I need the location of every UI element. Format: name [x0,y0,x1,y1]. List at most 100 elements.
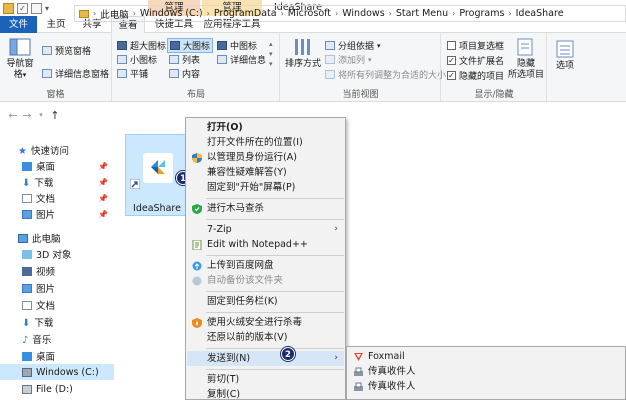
breadcrumb-windows[interactable]: Windows [342,8,384,19]
group-label-current-view: 当前视图 [342,90,379,100]
uac-shield-icon [192,153,202,163]
item-checkboxes-checkbox[interactable] [447,41,456,50]
nav-videos[interactable]: 视频 [0,263,114,279]
menu-open[interactable]: 打开(O) [187,120,344,135]
pin-icon[interactable]: 📌 [98,178,108,187]
nav-quick-desktop[interactable]: 桌面 📌 [0,158,114,174]
nav-pane-icon [9,38,31,56]
layout-large-icons[interactable]: 大图标 [167,38,214,53]
fax-icon [354,367,363,376]
hidden-items-toggle[interactable]: ✓ 隐藏的项目 [447,69,504,82]
properties-icon[interactable]: ✓ [17,2,28,14]
menu-restore-versions[interactable]: 还原以前的版本(V) [187,330,344,345]
tiles-icon [117,69,127,78]
menu-separator [206,348,344,349]
forward-arrow-icon[interactable]: → [20,109,34,122]
menu-open-location[interactable]: 打开文件所在的位置(I) [187,135,344,150]
tab-home[interactable]: 主页 [40,16,72,33]
hidden-items-checkbox[interactable]: ✓ [447,71,456,80]
nav-3d-objects[interactable]: 3D 对象 [0,246,114,262]
menu-baidu-upload[interactable]: 上传到百度网盘 [187,258,344,273]
layout-tiles[interactable]: 平铺 [117,67,148,80]
nav-quick-downloads[interactable]: ⬇ 下载 📌 [0,174,114,190]
nav-desktop[interactable]: 桌面 [0,348,114,364]
nav-drive-c[interactable]: Windows (C:) [0,364,114,380]
nav-downloads[interactable]: ⬇ 下载 [0,314,114,330]
address-field[interactable]: › 此电脑 › Windows (C:) › ProgramData › Mic… [74,5,626,22]
layout-details[interactable]: 详细信息 [217,53,266,66]
file-extensions-toggle[interactable]: ✓ 文件扩展名 [447,54,504,67]
group-layout: 超大图标 大图标 中图标 小图标 列表 详细信息 平铺 内容 ▴ ▾ ▾ 布局 [113,33,280,102]
customize-qat-icon[interactable]: ▾ [45,4,49,13]
tab-file[interactable]: 文件 [0,16,37,33]
up-arrow-icon[interactable]: ↑ [48,109,62,122]
menu-notepadpp[interactable]: Edit with Notepad++ [187,237,344,252]
details-pane-button[interactable]: 详细信息窗格 [42,67,109,80]
menu-trojan-scan[interactable]: 进行木马查杀 [187,201,344,216]
menu-pin-start[interactable]: 固定到"开始"屏幕(P) [187,180,344,195]
new-folder-icon[interactable] [31,2,42,14]
pin-icon[interactable]: 📌 [98,194,108,203]
menu-7zip[interactable]: 7-Zip › [187,222,344,237]
drive-icon [22,367,32,377]
nav-pane-button[interactable]: 导航窗格▾ [3,37,37,81]
music-icon: ♪ [22,334,29,346]
sort-icon [295,39,310,55]
menu-copy[interactable]: 复制(C) [187,387,344,400]
nav-quick-access[interactable]: ★ 快速访问 [0,142,114,158]
breadcrumb-drive-c[interactable]: Windows (C:) [140,8,203,19]
group-by-button[interactable]: 分组依据 ▾ [325,39,381,52]
menu-run-as-admin[interactable]: 以管理员身份运行(A) [187,150,344,165]
nav-drive-d[interactable]: File (D:) [0,381,114,397]
add-columns-button[interactable]: 添加列 ▾ [325,53,372,66]
menu-send-to[interactable]: 发送到(N) › [187,351,344,366]
size-columns-icon [325,70,335,79]
submenu-fax-recipient-1[interactable]: 传真收件人 [348,364,620,379]
layout-content[interactable]: 内容 [169,67,200,80]
back-arrow-icon[interactable]: ← [6,109,20,122]
large-icons-icon [170,41,180,50]
fax-icon [354,382,363,391]
breadcrumb-this-pc[interactable]: 此电脑 [100,7,129,21]
nav-pictures[interactable]: 图片 [0,280,114,296]
menu-pin-taskbar[interactable]: 固定到任务栏(K) [187,294,344,309]
menu-separator [206,219,344,220]
menu-huorong-scan[interactable]: 使用火绒安全进行杀毒 [187,315,344,330]
submenu-foxmail[interactable]: Foxmail [348,349,620,364]
hide-selected-button[interactable]: 隐藏 所选项目 [506,37,546,81]
layout-medium-icons[interactable]: 中图标 [217,39,257,52]
menu-baidu-backup[interactable]: 自动备份该文件夹 [187,273,344,288]
nav-music[interactable]: ♪ 音乐 [0,331,114,347]
nav-documents[interactable]: 文档 [0,297,114,313]
send-to-submenu: Foxmail 传真收件人 传真收件人 [346,346,626,400]
preview-pane-button[interactable]: 预览窗格 [42,44,91,57]
file-extensions-checkbox[interactable]: ✓ [447,56,456,65]
sort-by-button[interactable]: 排序方式 [285,37,321,70]
nav-this-pc[interactable]: 此电脑 [0,230,114,246]
recent-locations-icon[interactable]: ▾ [34,111,48,119]
medium-icons-icon [217,41,227,50]
nav-quick-pictures[interactable]: 图片 📌 [0,206,114,222]
menu-separator [206,312,344,313]
item-checkboxes-toggle[interactable]: 项目复选框 [447,39,504,52]
breadcrumb-programs[interactable]: Programs [459,8,504,19]
layout-scroll-arrows[interactable]: ▴ ▾ ▾ [269,39,273,69]
menu-troubleshoot[interactable]: 兼容性疑难解答(Y) [187,165,344,180]
desktop-icon [22,351,32,361]
breadcrumb-programdata[interactable]: ProgramData [214,8,277,19]
submenu-fax-recipient-2[interactable]: 传真收件人 [348,379,620,394]
breadcrumb-microsoft[interactable]: Microsoft [288,8,331,19]
menu-cut[interactable]: 剪切(T) [187,372,344,387]
options-button[interactable]: 选项 [552,39,578,72]
breadcrumb-start-menu[interactable]: Start Menu [396,8,448,19]
pin-icon[interactable]: 📌 [98,210,108,219]
quick-access-toolbar: ✓ ▾ [0,0,49,16]
nav-quick-documents[interactable]: 文档 📌 [0,190,114,206]
layout-list[interactable]: 列表 [169,53,200,66]
pin-icon[interactable]: 📌 [98,162,108,171]
computer-icon [18,233,28,243]
size-all-columns-button[interactable]: 将所有列调整为合适的大小 [325,68,446,81]
layout-extra-large-icons[interactable]: 超大图标 [117,39,166,52]
breadcrumb-ideashare[interactable]: IdeaShare [516,8,564,19]
layout-small-icons[interactable]: 小图标 [117,53,157,66]
